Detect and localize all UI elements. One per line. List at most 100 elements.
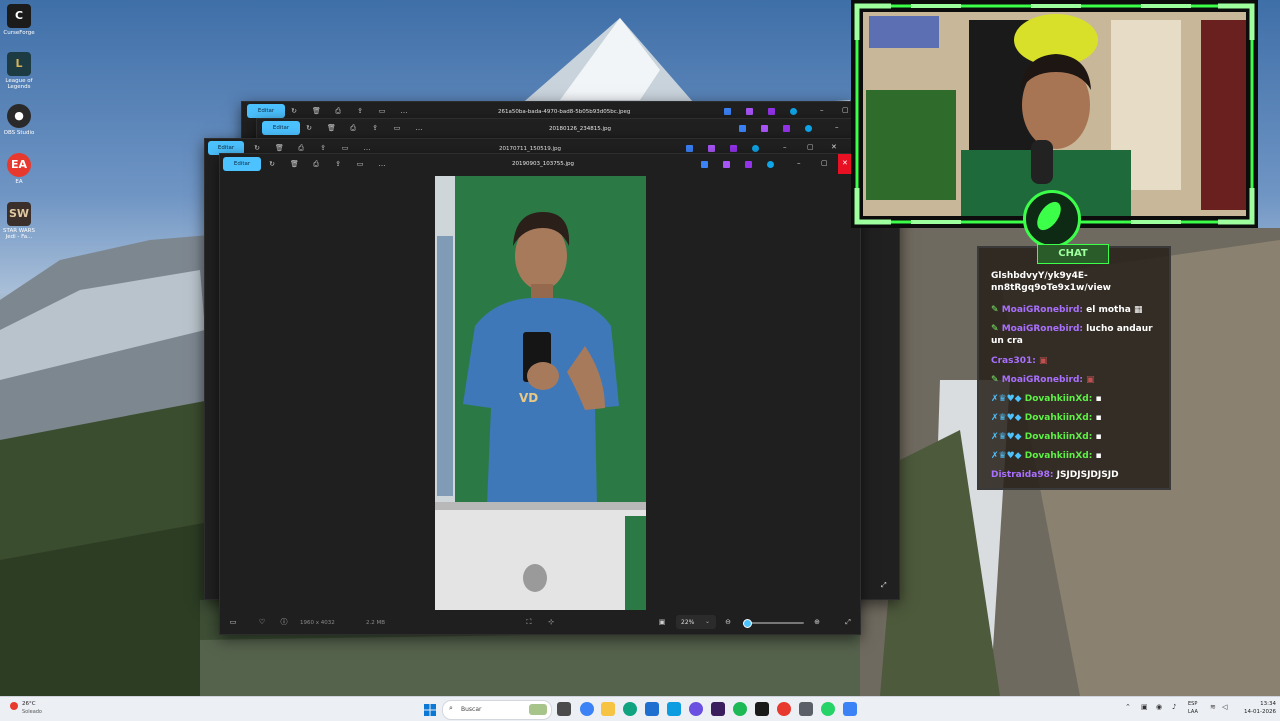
desktop-icon-curseforge[interactable]: C CurseForge [2, 4, 36, 36]
desktop-icon-obs[interactable]: ● OBS Studio [2, 104, 36, 136]
discord-icon[interactable] [689, 702, 703, 716]
crop-icon[interactable]: ▣ [658, 618, 666, 626]
chrome-icon[interactable] [580, 702, 594, 716]
filmstrip-icon[interactable]: ▭ [229, 618, 237, 626]
chat-username: DovahkiinXd: [1024, 432, 1093, 442]
file-explorer-icon[interactable] [601, 702, 615, 716]
zoom-out-icon[interactable]: ⊖ [724, 618, 732, 626]
minimize-icon[interactable]: – [783, 143, 787, 151]
minimize-icon[interactable]: – [820, 106, 824, 114]
delete-icon[interactable]: 🗑 [312, 107, 321, 115]
rotate-icon[interactable]: ↻ [305, 124, 313, 132]
delete-icon[interactable]: 🗑 [275, 144, 284, 152]
app-icon[interactable] [768, 108, 775, 115]
slideshow-icon[interactable]: ▭ [393, 124, 401, 132]
title-bar[interactable]: Editar ↻ 🗑 ⎙ ⇪ ▭ … 20180126_234815.jpg – [257, 119, 853, 137]
onedrive-icon[interactable] [752, 145, 759, 152]
print-icon[interactable]: ⎙ [312, 160, 320, 168]
rotate-icon[interactable]: ↻ [268, 160, 276, 168]
app-icon[interactable] [739, 125, 746, 132]
notion-icon[interactable] [711, 702, 725, 716]
share-icon[interactable]: ⇪ [334, 160, 342, 168]
file-name: 261a50ba-bada-4970-bad8-5b05b93d05bc.jpe… [498, 109, 631, 115]
language-indicator[interactable]: ESP LAA [1188, 700, 1204, 718]
start-button[interactable] [423, 702, 437, 716]
share-icon[interactable]: ⇪ [319, 144, 327, 152]
more-icon[interactable]: … [363, 144, 371, 152]
wifi-icon[interactable]: ≋ [1210, 703, 1216, 711]
desktop-icon-star-wars[interactable]: SW STAR WARS Jedi - Fa... [2, 202, 36, 240]
more-icon[interactable]: … [400, 107, 408, 115]
fullscreen-icon[interactable]: ⤢ [844, 618, 852, 626]
more-icon[interactable]: … [378, 160, 386, 168]
favorite-icon[interactable]: ♡ [258, 618, 266, 626]
store-icon[interactable] [645, 702, 659, 716]
minimize-icon[interactable]: – [797, 159, 801, 167]
rotate-icon[interactable]: ↻ [290, 107, 298, 115]
zoom-slider[interactable] [743, 619, 804, 628]
slideshow-icon[interactable]: ▭ [341, 144, 349, 152]
search-box[interactable]: ⌕ Buscar [442, 700, 552, 720]
zoom-slider-thumb[interactable] [743, 619, 752, 628]
spotify-icon[interactable] [733, 702, 747, 716]
print-icon[interactable]: ⎙ [297, 144, 305, 152]
tray-app-icon[interactable]: ◉ [1156, 703, 1162, 711]
chevron-up-icon[interactable]: ⌃ [1125, 703, 1131, 711]
obs-taskbar-icon[interactable] [777, 702, 791, 716]
zoom-select[interactable]: 22% ⌄ [676, 615, 716, 629]
actual-size-icon[interactable]: ⊹ [547, 618, 555, 626]
app-icon[interactable] [723, 161, 730, 168]
app-icon[interactable] [783, 125, 790, 132]
edit-button[interactable]: Editar [247, 104, 285, 118]
print-icon[interactable]: ⎙ [349, 124, 357, 132]
delete-icon[interactable]: 🗑 [290, 160, 299, 168]
onedrive-icon[interactable] [790, 108, 797, 115]
rotate-icon[interactable]: ↻ [253, 144, 261, 152]
more-icon[interactable]: … [415, 124, 423, 132]
photos-icon[interactable] [667, 702, 681, 716]
share-icon[interactable]: ⇪ [356, 107, 364, 115]
badge-icon: ✎ [991, 324, 999, 334]
app-icon[interactable] [730, 145, 737, 152]
terminal-icon[interactable] [755, 702, 769, 716]
fullscreen-icon[interactable]: ⤢ [881, 581, 887, 589]
close-icon[interactable]: ✕ [831, 143, 837, 151]
photos-window-main[interactable]: Editar ↻ 🗑 ⎙ ⇪ ▭ … 20190903_103755.jpg –… [219, 153, 861, 635]
app-icon[interactable] [701, 161, 708, 168]
task-view-icon[interactable] [557, 702, 571, 716]
zoom-in-icon[interactable]: ⊕ [813, 618, 821, 626]
app-icon[interactable] [708, 145, 715, 152]
tray-app-icon[interactable]: ▣ [1141, 703, 1148, 711]
onedrive-icon[interactable] [767, 161, 774, 168]
app-icon[interactable] [761, 125, 768, 132]
maximize-icon[interactable]: ▢ [842, 106, 849, 114]
app-icon[interactable] [746, 108, 753, 115]
minimize-icon[interactable]: – [835, 123, 839, 131]
title-bar[interactable]: Editar ↻ 🗑 ⎙ ⇪ ▭ … 20190903_103755.jpg –… [220, 154, 860, 174]
info-icon[interactable]: ⓘ [280, 618, 288, 626]
share-icon[interactable]: ⇪ [371, 124, 379, 132]
whatsapp-icon[interactable] [821, 702, 835, 716]
maximize-icon[interactable]: ▢ [807, 143, 814, 151]
desktop-icon-league-of-legends[interactable]: L League of Legends [2, 52, 36, 90]
edit-button[interactable]: Editar [223, 157, 261, 171]
maximize-icon[interactable]: ▢ [821, 159, 828, 167]
app-icon[interactable] [799, 702, 813, 716]
app-icon[interactable] [686, 145, 693, 152]
desktop-icon-ea[interactable]: EA EA [2, 153, 36, 185]
microphone-icon[interactable]: ♪ [1172, 703, 1176, 711]
app-icon[interactable] [745, 161, 752, 168]
slideshow-icon[interactable]: ▭ [378, 107, 386, 115]
edge-icon[interactable] [623, 702, 637, 716]
weather-widget[interactable]: 26°C Soleado [8, 700, 68, 718]
print-icon[interactable]: ⎙ [334, 107, 342, 115]
clock[interactable]: 13:34 14-01-2026 [1236, 700, 1276, 718]
slideshow-icon[interactable]: ▭ [356, 160, 364, 168]
delete-icon[interactable]: 🗑 [327, 124, 336, 132]
volume-icon[interactable]: ◁ [1222, 703, 1227, 711]
app-icon[interactable] [724, 108, 731, 115]
edit-button[interactable]: Editar [262, 121, 300, 135]
fit-to-window-icon[interactable]: ⛶ [525, 618, 533, 626]
onedrive-icon[interactable] [805, 125, 812, 132]
photos-app-icon[interactable] [843, 702, 857, 716]
